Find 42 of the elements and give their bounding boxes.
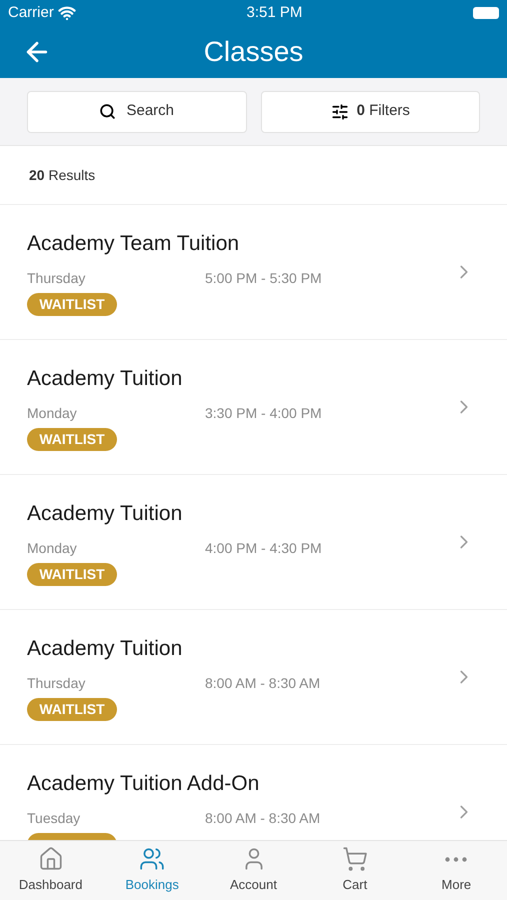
class-title: Academy Tuition xyxy=(27,366,184,392)
class-day: Monday xyxy=(27,402,205,424)
more-icon xyxy=(445,856,468,862)
search-button[interactable]: Search xyxy=(27,90,246,132)
class-time: 4:00 PM - 4:30 PM xyxy=(205,538,322,558)
class-time: 3:30 PM - 4:00 PM xyxy=(205,404,322,423)
tab-bar-item[interactable]: Account xyxy=(202,841,304,900)
class-time: 8:00 AM - 8:30 AM xyxy=(205,808,320,828)
battery-icon xyxy=(473,7,499,19)
waitlist-badge: WAITLIST xyxy=(27,428,117,451)
class-day: Monday xyxy=(27,538,205,559)
class-title: Academy Tuition xyxy=(27,501,184,528)
status-time: 3:51 PM xyxy=(246,2,302,23)
carrier-label: Carrier xyxy=(8,2,54,23)
class-day: Tuesday xyxy=(27,808,205,829)
class-day: Thursday xyxy=(27,268,205,289)
cart-icon xyxy=(342,846,368,872)
filters-button[interactable]: 0 Filters xyxy=(260,90,480,132)
wifi-icon xyxy=(58,4,76,22)
waitlist-badge: WAITLIST xyxy=(27,698,117,721)
home-icon xyxy=(38,846,64,872)
class-row[interactable]: Academy Team Tuition Thursday 5:00 PM - 5:30 PM WAITLIST xyxy=(0,204,507,339)
tab-bar-item[interactable]: Dashboard xyxy=(0,841,102,900)
class-row[interactable]: Academy Tuition Monday 3:30 PM - 4:00 PM WAITLIST xyxy=(0,339,507,474)
class-time: 5:00 PM - 5:30 PM xyxy=(205,268,322,288)
class-title: Academy Team Tuition xyxy=(27,231,240,258)
people-icon xyxy=(139,846,166,872)
class-row[interactable]: Academy Tuition Thursday 8:00 AM - 8:30 AM WAITLIST xyxy=(0,609,507,744)
results-count: 20 Results xyxy=(29,166,96,184)
waitlist-badge: WAITLIST xyxy=(27,562,117,586)
sliders-icon xyxy=(330,102,349,120)
waitlist-badge: WAITLIST xyxy=(27,292,117,316)
screen-title: Classes xyxy=(204,35,304,69)
class-day: Thursday xyxy=(27,672,205,694)
tab-bar-item[interactable]: Cart xyxy=(304,841,406,900)
class-title: Academy Tuition xyxy=(27,636,184,662)
tab-bar-item[interactable]: Bookings xyxy=(101,841,203,900)
tab-bar-item[interactable]: More xyxy=(406,841,507,900)
class-row[interactable]: Academy Tuition Monday 4:00 PM - 4:30 PM WAITLIST xyxy=(0,474,507,609)
class-title: Academy Tuition Add-On xyxy=(27,771,260,798)
class-time: 8:00 AM - 8:30 AM xyxy=(205,674,320,693)
search-icon xyxy=(99,103,116,120)
